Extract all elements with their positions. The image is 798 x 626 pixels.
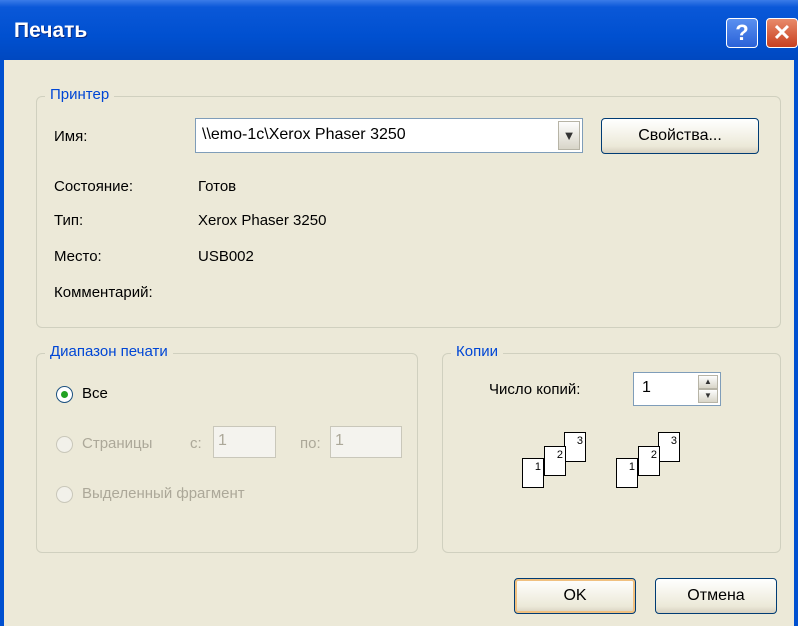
window-border-left [0, 60, 4, 626]
radio-pages[interactable] [56, 436, 73, 453]
help-button[interactable]: ? [726, 18, 758, 48]
spin-up-icon[interactable]: ▲ [698, 375, 718, 389]
status-value: Готов [198, 178, 237, 195]
cancel-button[interactable]: Отмена [655, 578, 777, 614]
collate-page: 2 [544, 446, 566, 476]
location-value: USB002 [198, 248, 254, 265]
copies-count-stepper[interactable]: 1 ▲ ▼ [633, 372, 721, 406]
window-border-right [794, 60, 798, 626]
collate-page: 1 [522, 458, 544, 488]
type-label: Тип: [54, 212, 84, 229]
close-icon: ✕ [772, 20, 792, 45]
close-button[interactable]: ✕ [766, 18, 798, 48]
properties-button[interactable]: Свойства... [601, 118, 759, 154]
type-value: Xerox Phaser 3250 [198, 212, 327, 229]
comment-label: Комментарий: [54, 284, 153, 301]
radio-selection-label[interactable]: Выделенный фрагмент [82, 485, 245, 502]
to-label: по: [300, 435, 321, 452]
collate-page: 3 [564, 432, 586, 462]
printer-name-value: \\emo-1c\Xerox Phaser 3250 [202, 126, 406, 143]
to-page-input[interactable]: 1 [330, 426, 402, 458]
radio-all[interactable] [56, 386, 73, 403]
location-label: Место: [54, 248, 102, 265]
status-label: Состояние: [54, 178, 134, 195]
ok-button[interactable]: OK [514, 578, 636, 614]
from-label: с: [190, 435, 202, 452]
radio-selection[interactable] [56, 486, 73, 503]
title-bar[interactable]: Печать ? ✕ [0, 0, 798, 60]
radio-selected-dot [61, 391, 68, 398]
help-icon: ? [735, 20, 749, 45]
window-title: Печать [14, 19, 88, 42]
copies-count-value: 1 [642, 379, 651, 396]
print-dialog: Печать ? ✕ Принтер Имя: \\emo-1c\Xerox P… [0, 0, 798, 626]
radio-all-label[interactable]: Все [82, 385, 108, 402]
spin-down-icon[interactable]: ▼ [698, 389, 718, 403]
collate-page: 2 [638, 446, 660, 476]
copies-count-label: Число копий: [489, 381, 581, 398]
collate-page: 1 [616, 458, 638, 488]
print-range-legend: Диапазон печати [45, 343, 173, 360]
copies-legend: Копии [451, 343, 503, 360]
radio-pages-label[interactable]: Страницы [82, 435, 152, 452]
chevron-down-icon[interactable]: ▼ [558, 121, 580, 150]
from-page-input[interactable]: 1 [213, 426, 276, 458]
printer-name-label: Имя: [54, 128, 88, 145]
printer-name-select[interactable]: \\emo-1c\Xerox Phaser 3250 ▼ [195, 118, 583, 153]
printer-legend: Принтер [45, 86, 115, 103]
collate-page: 3 [658, 432, 680, 462]
